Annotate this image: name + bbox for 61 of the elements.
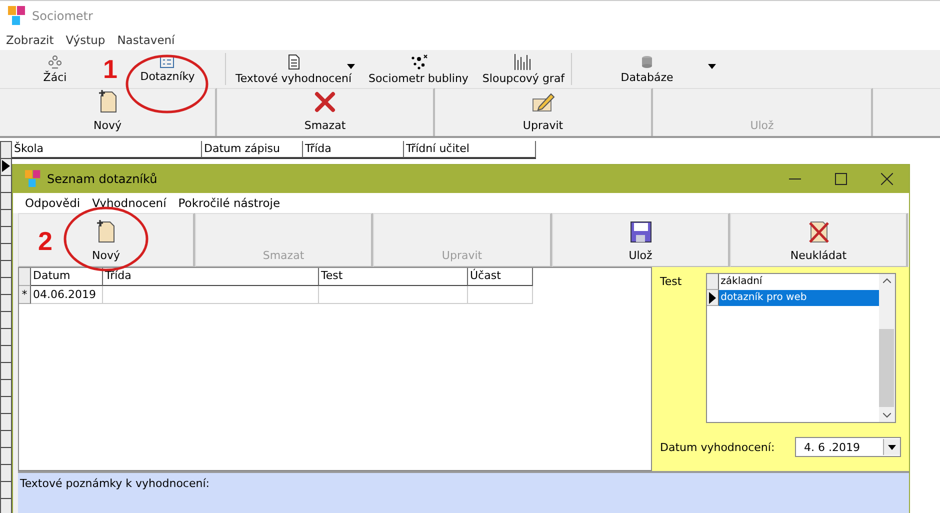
dialog-title: Seznam dotazníků — [47, 172, 158, 186]
scatter-icon — [410, 54, 428, 70]
people-icon — [48, 54, 62, 68]
action-button[interactable]: Neukládat — [730, 213, 908, 267]
menu-item[interactable]: Vyhodnocení — [92, 196, 166, 210]
column-header[interactable]: Třídní učitel — [404, 141, 536, 158]
database-icon — [641, 54, 653, 68]
action-button[interactable]: Nový — [0, 88, 217, 136]
notes-label: Textové poznámky k vyhodnocení: — [20, 477, 210, 490]
row-marker: * — [19, 286, 31, 304]
dropdown-arrow-icon — [708, 64, 716, 69]
scroll-up-icon[interactable] — [882, 278, 891, 283]
close-icon[interactable] — [881, 173, 893, 185]
table-cell: 04.06.2019 — [31, 286, 103, 304]
action-button[interactable]: Ulož — [552, 213, 730, 267]
list-item[interactable]: dotazník pro web — [718, 290, 879, 306]
toolbar-button[interactable]: Sociometr bubliny — [361, 50, 476, 88]
column-header[interactable]: Datum — [31, 268, 103, 286]
menu-item[interactable]: Odpovědi — [25, 196, 80, 210]
new-document-icon — [98, 90, 118, 114]
scrollbar[interactable] — [878, 274, 895, 422]
field-label: Datum vyhodnocení: — [660, 440, 775, 454]
toolbar-button[interactable]: Textové vyhodnocení — [226, 50, 361, 88]
list-item[interactable]: základní — [718, 274, 879, 290]
window-title: Sociometr — [32, 8, 93, 22]
row-pointer-icon — [2, 160, 10, 172]
annotation-number: 1 — [103, 56, 118, 82]
app-logo-icon — [25, 170, 41, 188]
pencil-paper-icon — [531, 91, 555, 113]
document-icon — [288, 54, 300, 70]
column-header[interactable]: Datum zápisu — [202, 141, 303, 158]
field-label: Test — [660, 274, 682, 290]
column-header[interactable]: Třída — [303, 141, 404, 158]
delete-icon — [314, 91, 336, 113]
bar-chart-icon — [514, 54, 532, 70]
column-header[interactable]: Účast — [468, 268, 533, 286]
row-header — [706, 274, 719, 290]
form-icon — [160, 56, 174, 68]
maximize-icon[interactable] — [835, 173, 847, 185]
column-header[interactable]: Škola — [12, 141, 202, 158]
dropdown-arrow-icon — [347, 64, 355, 69]
toolbar-button[interactable]: Databáze — [572, 50, 722, 88]
row-pointer-icon — [708, 292, 716, 304]
app-logo-icon — [8, 6, 26, 26]
action-button[interactable]: Smazat — [217, 88, 435, 136]
column-header[interactable]: Test — [319, 268, 468, 286]
menu-item[interactable]: Nastavení — [117, 33, 175, 47]
crossed-document-icon — [808, 220, 830, 244]
column-header[interactable]: Třída — [103, 268, 319, 286]
test-list[interactable]: základní dotazník pro web — [706, 273, 896, 423]
date-picker[interactable]: 4. 6 .2019 — [795, 437, 901, 457]
new-document-icon — [96, 220, 116, 244]
dropdown-arrow-icon — [888, 444, 896, 450]
table-cell — [468, 286, 533, 304]
annotation-number: 2 — [38, 228, 52, 254]
action-button[interactable]: Upravit — [435, 88, 653, 136]
menu-item[interactable]: Výstup — [66, 33, 106, 47]
menu-item[interactable]: Pokročilé nástroje — [178, 196, 280, 210]
scroll-down-icon[interactable] — [882, 413, 891, 418]
toolbar-button[interactable]: Sloupcový graf — [476, 50, 571, 88]
menu-item[interactable]: Zobrazit — [6, 33, 54, 47]
